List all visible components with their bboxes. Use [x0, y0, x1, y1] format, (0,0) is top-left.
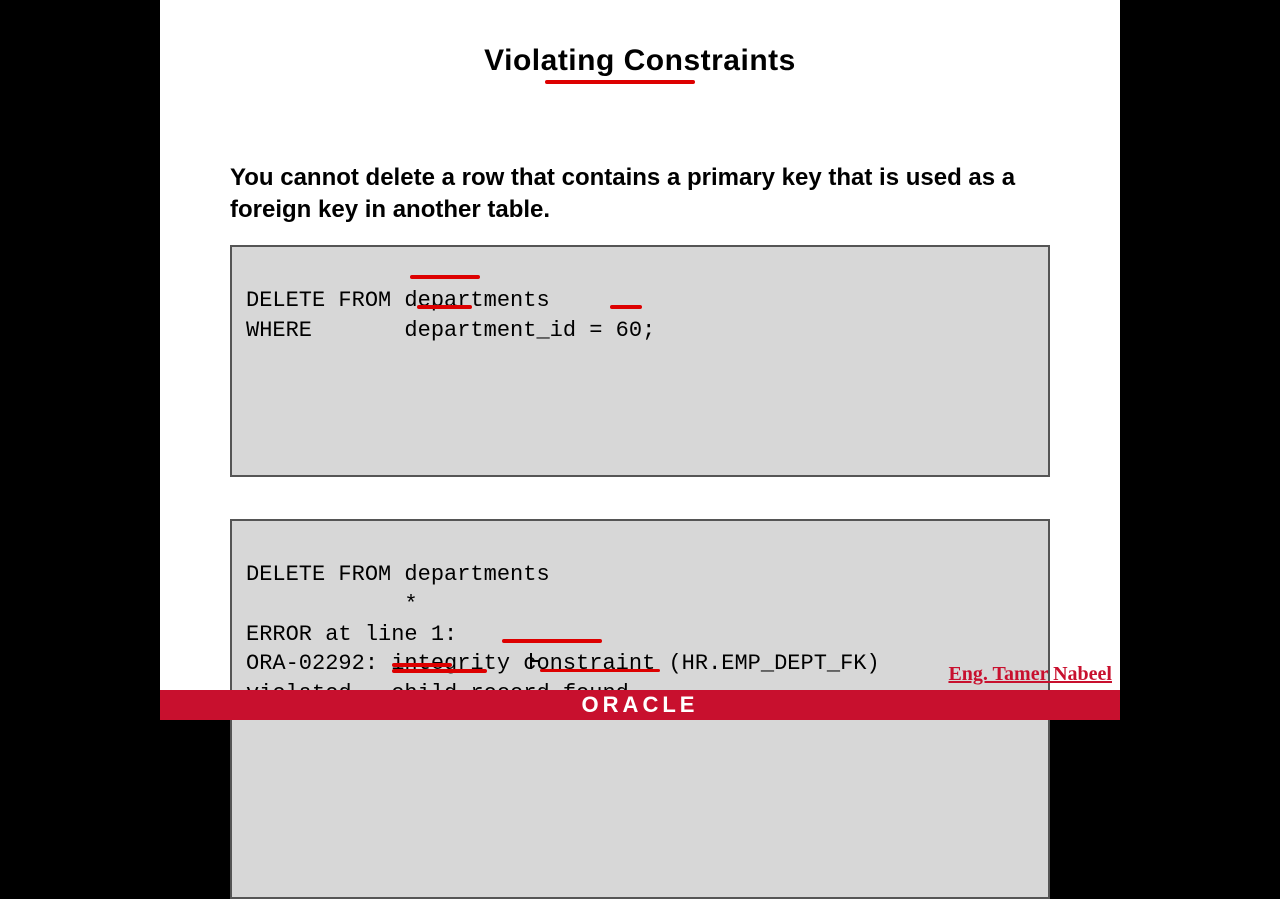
annotation-underline [417, 305, 472, 309]
code-line: WHERE department_id = 60; [246, 318, 655, 343]
oracle-logo: ORACLE [582, 692, 699, 718]
code-line: ERROR at line 1: [246, 622, 457, 647]
annotation-underline [610, 305, 642, 309]
code-line: ORA-02292: integrity constraint (HR.EMP_… [246, 651, 880, 676]
code-line: * [246, 592, 418, 617]
footer-bar: ORACLE [160, 690, 1120, 720]
annotation-underline [540, 669, 660, 672]
text-cursor-icon [530, 653, 544, 669]
page-title: Violating Constraints [160, 0, 1120, 78]
annotation-underline-title [545, 80, 695, 84]
annotation-underline [502, 639, 602, 643]
code-line: DELETE FROM departments [246, 562, 550, 587]
code-line: DELETE FROM departments [246, 288, 550, 313]
annotation-underline [410, 275, 480, 279]
annotation-underline [392, 663, 452, 667]
description-text: You cannot delete a row that contains a … [230, 162, 1050, 227]
code-block-sql: DELETE FROM departments WHERE department… [230, 245, 1050, 477]
slide: Violating Constraints You cannot delete … [160, 0, 1120, 720]
author-credit: Eng. Tamer Nabeel [948, 663, 1112, 686]
annotation-underline [392, 669, 487, 673]
